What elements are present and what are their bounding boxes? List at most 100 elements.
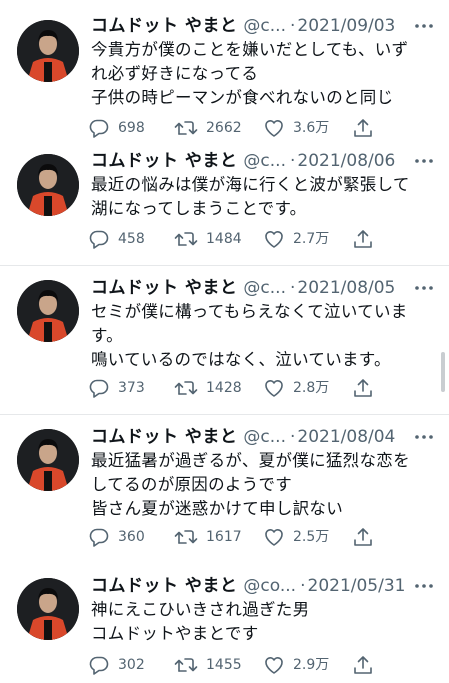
- share-upload-icon: [352, 117, 374, 139]
- tweet-text: セミが僕に構ってもらえなくて泣いています。 鳴いているのではなく、泣いています。: [91, 302, 408, 369]
- separator-dot: ·: [289, 151, 296, 171]
- user-handle[interactable]: @c...: [243, 16, 286, 36]
- display-name[interactable]: コムドット やまと: [91, 576, 237, 596]
- like-button[interactable]: 2.9万: [263, 653, 329, 677]
- share-button[interactable]: [352, 653, 374, 677]
- retweet-count: 1455: [206, 657, 242, 673]
- share-button[interactable]: [352, 227, 374, 251]
- retweet-count: 1428: [206, 380, 242, 396]
- tweet-header: コムドット やまと @c... · 2021/08/05: [91, 276, 439, 300]
- retweet-icon: [174, 228, 198, 250]
- avatar[interactable]: [17, 578, 79, 640]
- more-horizontal-icon[interactable]: [413, 425, 435, 449]
- retweet-count: 1617: [206, 529, 242, 545]
- tweet[interactable]: コムドット やまと @c... · 2021/08/06 最近の悩みは僕が海に行くと波…: [0, 145, 449, 265]
- retweet-button[interactable]: 1455: [174, 653, 242, 677]
- reply-bubble-icon: [88, 228, 110, 250]
- scrollbar-thumb[interactable]: [441, 352, 445, 392]
- retweet-icon: [174, 526, 198, 548]
- retweet-button[interactable]: 1428: [174, 376, 242, 400]
- retweet-icon: [174, 377, 198, 399]
- like-button[interactable]: 3.6万: [263, 116, 329, 140]
- more-horizontal-icon[interactable]: [413, 574, 435, 598]
- user-handle[interactable]: @c...: [243, 427, 286, 447]
- share-upload-icon: [352, 377, 374, 399]
- like-count: 2.9万: [293, 657, 330, 673]
- reply-button[interactable]: 360: [88, 525, 145, 549]
- user-handle[interactable]: @c...: [243, 278, 286, 298]
- tweet[interactable]: コムドット やまと @c... · 2021/09/03 今貴方が僕のことを嫌いだとし…: [0, 0, 449, 145]
- tweet-actions: 302 1455 2.9万: [88, 653, 388, 677]
- like-button[interactable]: 2.5万: [263, 525, 329, 549]
- tweet-text: 今貴方が僕のことを嫌いだとしても、いずれ必ず好きになってる 子供の時ピーマンが食…: [91, 40, 409, 107]
- tweet-date[interactable]: 2021/08/05: [297, 278, 395, 298]
- retweet-button[interactable]: 2662: [174, 116, 242, 140]
- user-handle[interactable]: @c...: [243, 151, 286, 171]
- tweet-header: コムドット やまと @c... · 2021/08/04: [91, 425, 439, 449]
- share-button[interactable]: [352, 525, 374, 549]
- tweet-date[interactable]: 2021/05/31: [308, 576, 406, 596]
- share-button[interactable]: [352, 116, 374, 140]
- heart-icon: [263, 117, 285, 139]
- share-upload-icon: [352, 228, 374, 250]
- display-name[interactable]: コムドット やまと: [91, 278, 237, 298]
- tweet-text: 最近の悩みは僕が海に行くと波が緊張して湖になってしまうことです。: [91, 175, 410, 218]
- reply-bubble-icon: [88, 377, 110, 399]
- tweet[interactable]: コムドット やまと @co... · 2021/05/31 神にえこひいきされ過ぎた男…: [0, 570, 449, 683]
- heart-icon: [263, 526, 285, 548]
- heart-icon: [263, 377, 285, 399]
- retweet-count: 1484: [206, 231, 242, 247]
- reply-count: 302: [118, 657, 145, 673]
- share-upload-icon: [352, 654, 374, 676]
- separator-dot: ·: [289, 16, 296, 36]
- reply-button[interactable]: 373: [88, 376, 145, 400]
- tweet-actions: 458 1484 2.7万: [88, 227, 388, 251]
- tweet-actions: 360 1617 2.5万: [88, 525, 388, 549]
- like-count: 2.7万: [293, 231, 330, 247]
- display-name[interactable]: コムドット やまと: [91, 427, 237, 447]
- tweet-text: 神にえこひいきされ過ぎた男 コムドットやまとです: [91, 600, 310, 643]
- display-name[interactable]: コムドット やまと: [91, 151, 237, 171]
- like-button[interactable]: 2.8万: [263, 376, 329, 400]
- share-button[interactable]: [352, 376, 374, 400]
- separator-dot: ·: [289, 278, 296, 298]
- tweet-header: コムドット やまと @c... · 2021/08/06: [91, 149, 439, 173]
- retweet-icon: [174, 654, 198, 676]
- reply-button[interactable]: 698: [88, 116, 145, 140]
- tweet-date[interactable]: 2021/08/06: [297, 151, 395, 171]
- reply-button[interactable]: 302: [88, 653, 145, 677]
- avatar[interactable]: [17, 154, 79, 216]
- reply-bubble-icon: [88, 654, 110, 676]
- reply-count: 360: [118, 529, 145, 545]
- retweet-button[interactable]: 1484: [174, 227, 242, 251]
- avatar[interactable]: [17, 280, 79, 342]
- tweet-header: コムドット やまと @c... · 2021/09/03: [91, 14, 439, 38]
- like-count: 2.8万: [293, 380, 330, 396]
- more-horizontal-icon[interactable]: [413, 149, 435, 173]
- tweet-date[interactable]: 2021/09/03: [297, 16, 395, 36]
- display-name[interactable]: コムドット やまと: [91, 16, 237, 36]
- avatar[interactable]: [17, 429, 79, 491]
- separator-dot: ·: [300, 576, 306, 596]
- tweet[interactable]: コムドット やまと @c... · 2021/08/05 セミが僕に構ってもらえなくて…: [0, 266, 449, 414]
- reply-count: 373: [118, 380, 145, 396]
- retweet-button[interactable]: 1617: [174, 525, 242, 549]
- reply-count: 698: [118, 120, 145, 136]
- like-button[interactable]: 2.7万: [263, 227, 329, 251]
- reply-count: 458: [118, 231, 145, 247]
- reply-button[interactable]: 458: [88, 227, 145, 251]
- like-count: 3.6万: [293, 120, 330, 136]
- user-handle[interactable]: @co...: [243, 576, 296, 596]
- tweet-actions: 698 2662 3.6万: [88, 116, 388, 140]
- like-count: 2.5万: [293, 529, 330, 545]
- tweet-text: 最近猛暑が過ぎるが、夏が僕に猛烈な恋をしてるのが原因のようです 皆さん夏が迷惑か…: [91, 451, 410, 518]
- heart-icon: [263, 228, 285, 250]
- reply-bubble-icon: [88, 117, 110, 139]
- tweet[interactable]: コムドット やまと @c... · 2021/08/04 最近猛暑が過ぎるが、夏が僕に…: [0, 415, 449, 570]
- avatar[interactable]: [17, 20, 79, 82]
- tweet-header: コムドット やまと @co... · 2021/05/31: [91, 574, 439, 598]
- tweet-actions: 373 1428 2.8万: [88, 376, 388, 400]
- tweet-date[interactable]: 2021/08/04: [297, 427, 395, 447]
- more-horizontal-icon[interactable]: [413, 276, 435, 300]
- more-horizontal-icon[interactable]: [413, 14, 435, 38]
